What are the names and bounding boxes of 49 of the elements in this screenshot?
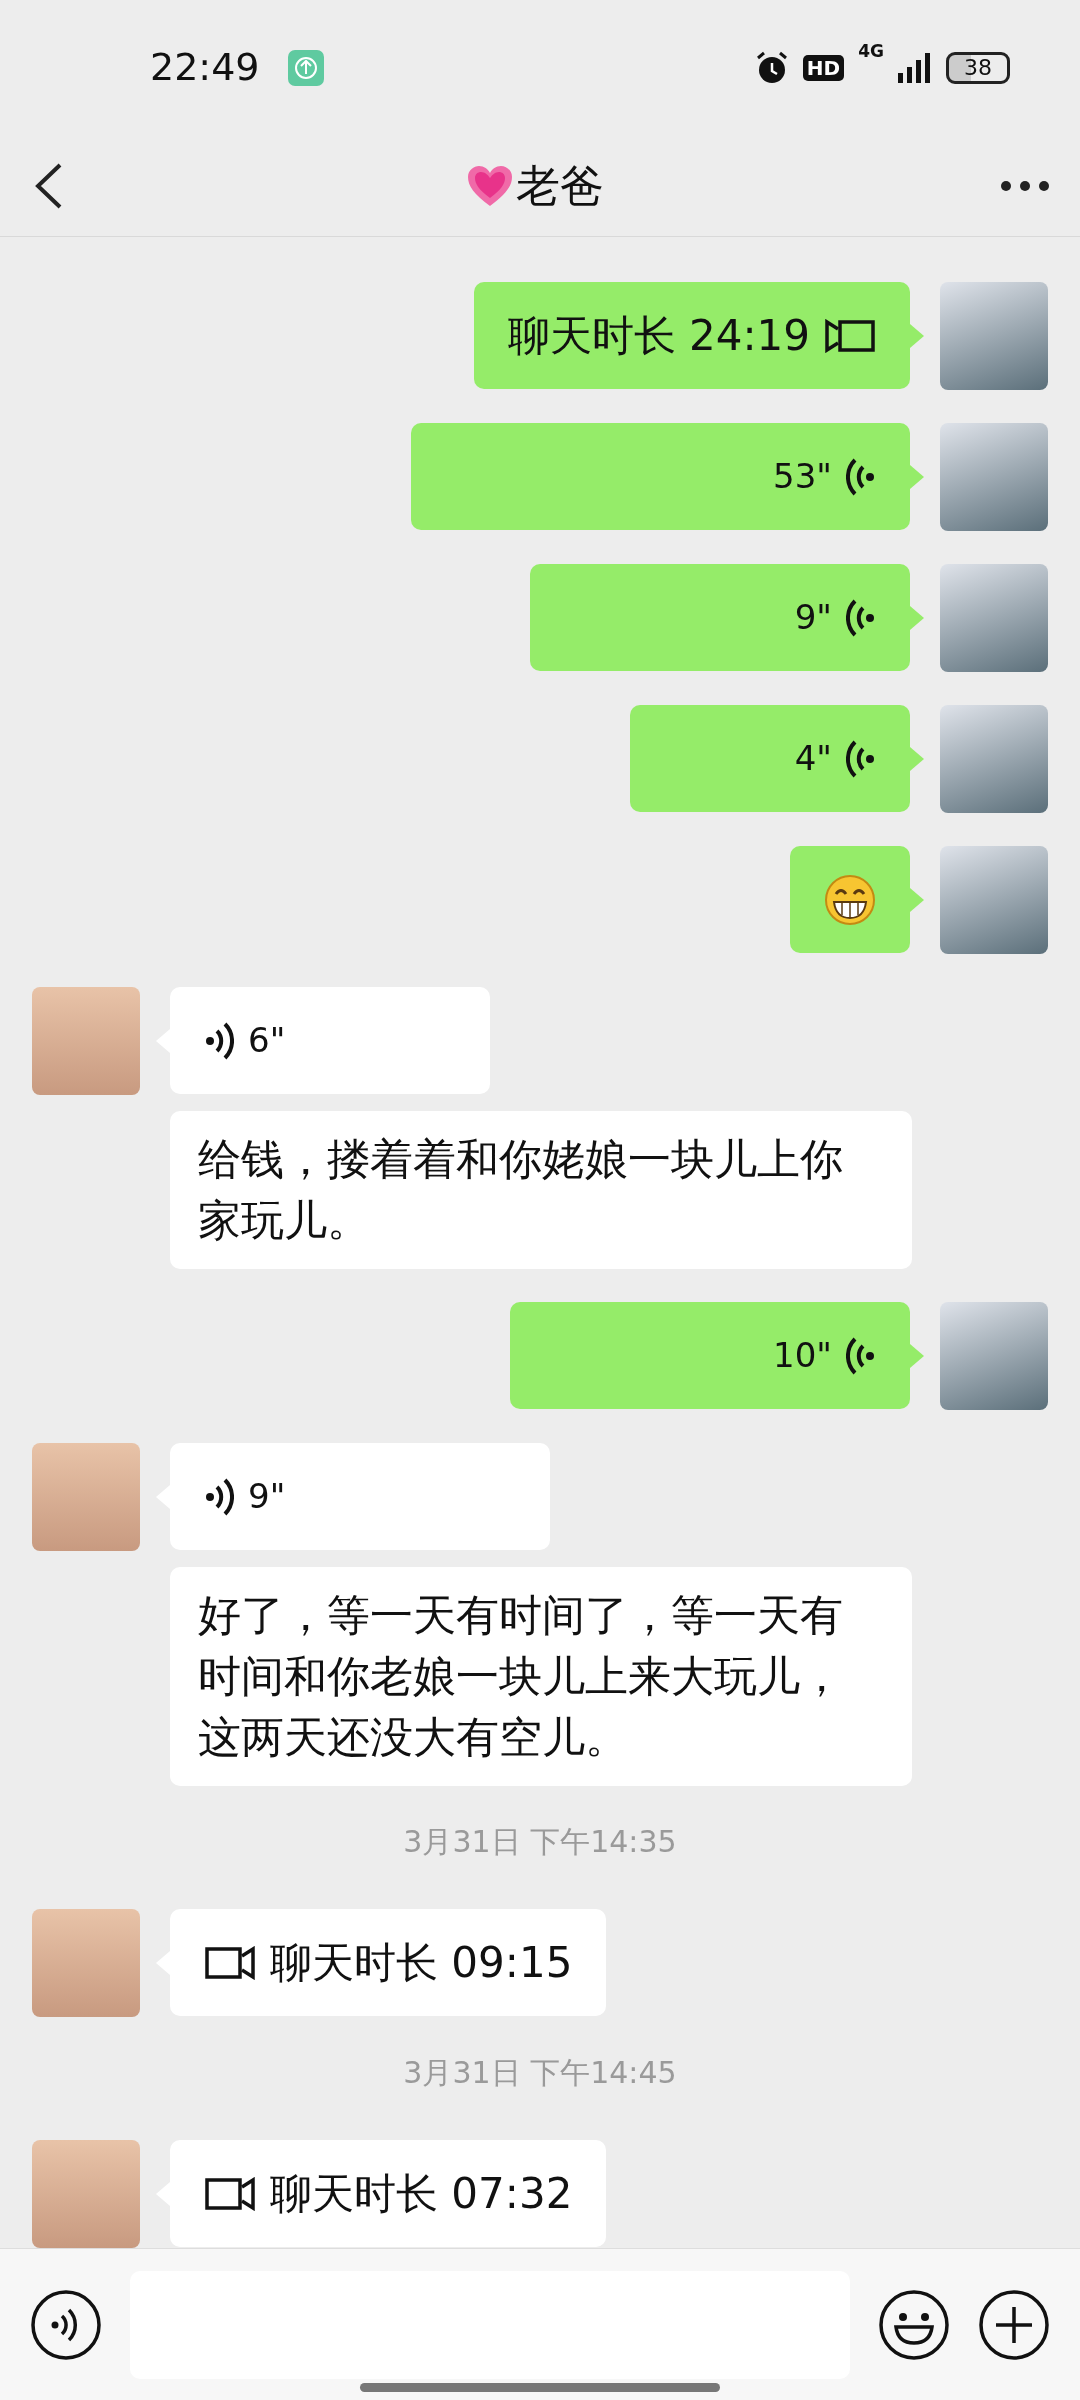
bubble-tail bbox=[910, 1344, 924, 1368]
voice-wave-icon bbox=[846, 456, 876, 497]
emoji-icon[interactable] bbox=[878, 2288, 950, 2361]
video-camera-icon bbox=[204, 2176, 256, 2211]
bubble-tail bbox=[910, 324, 924, 348]
voice-message-bubble[interactable]: 4" bbox=[630, 705, 910, 812]
avatar-placeholder[interactable] bbox=[940, 1302, 1048, 1410]
network-type: 4G bbox=[858, 42, 884, 60]
voice-input-icon[interactable] bbox=[30, 2288, 102, 2361]
avatar-placeholder[interactable] bbox=[940, 564, 1048, 672]
voice-message-bubble[interactable]: 10" bbox=[510, 1302, 910, 1409]
voice-message-bubble[interactable]: 9" bbox=[530, 564, 910, 671]
message-timestamp: 3月31日 下午14:35 bbox=[402, 1823, 678, 1861]
voice-wave-icon bbox=[846, 1335, 876, 1376]
signal-icon bbox=[898, 52, 932, 83]
voice-wave-icon bbox=[846, 597, 876, 638]
alarm-clock-icon bbox=[754, 50, 789, 85]
avatar-placeholder[interactable] bbox=[940, 705, 1048, 813]
transcription-text: 给钱，搂着着和你姥娘一块儿上你家玩儿。 bbox=[170, 1111, 912, 1269]
battery-indicator: 38 bbox=[946, 51, 1010, 84]
bubble-tail bbox=[910, 465, 924, 489]
upload-notification-icon bbox=[287, 49, 324, 86]
bubble-tail bbox=[910, 888, 924, 912]
video-call-bubble[interactable]: 聊天时长 07:32 bbox=[170, 2140, 607, 2247]
bubble-tail bbox=[910, 747, 924, 771]
voice-message-bubble[interactable]: 53" bbox=[411, 423, 910, 530]
more-icon[interactable] bbox=[1000, 179, 1050, 192]
transcription-text: 好了，等一天有时间了，等一天有时间和你老娘一块儿上来大玩儿，这两天还没大有空儿。 bbox=[170, 1567, 912, 1786]
voice-message-bubble[interactable]: 6" bbox=[170, 987, 490, 1094]
add-icon[interactable] bbox=[978, 2288, 1050, 2361]
grinning-face-icon bbox=[824, 873, 876, 926]
voice-wave-icon bbox=[846, 738, 876, 779]
video-call-bubble[interactable]: 聊天时长 24:19 bbox=[473, 282, 910, 389]
hd-badge: HD bbox=[802, 54, 845, 81]
avatar-placeholder[interactable] bbox=[940, 846, 1048, 954]
voice-wave-icon bbox=[204, 1020, 234, 1061]
video-call-bubble[interactable]: 聊天时长 09:15 bbox=[170, 1909, 607, 2016]
chat-title: 老爸 bbox=[516, 158, 604, 213]
message-timestamp: 3月31日 下午14:45 bbox=[402, 2054, 678, 2092]
video-camera-icon bbox=[204, 1945, 256, 1980]
heart-icon bbox=[466, 163, 514, 208]
avatar-placeholder[interactable] bbox=[940, 282, 1048, 390]
status-time: 22:49 bbox=[150, 44, 260, 91]
voice-wave-icon bbox=[204, 1476, 234, 1517]
video-camera-icon bbox=[824, 318, 876, 353]
avatar-placeholder[interactable] bbox=[940, 423, 1048, 531]
sticker-bubble[interactable] bbox=[790, 846, 910, 953]
bubble-tail bbox=[910, 606, 924, 630]
voice-message-bubble[interactable]: 9" bbox=[170, 1443, 550, 1550]
